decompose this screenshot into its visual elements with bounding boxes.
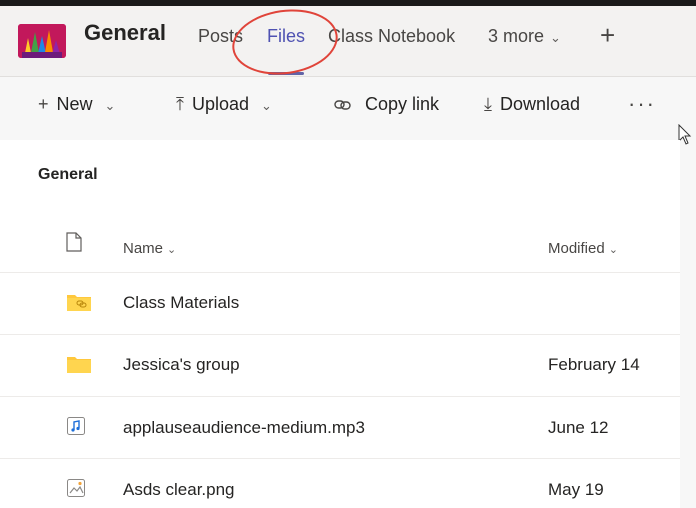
file-modified: February 14 bbox=[548, 355, 640, 374]
more-tabs-button[interactable]: 3 more ⌄ bbox=[488, 26, 561, 47]
row-divider bbox=[0, 272, 680, 273]
row-divider bbox=[0, 334, 680, 335]
file-name: Jessica's group bbox=[123, 355, 240, 374]
tab-class-notebook[interactable]: Class Notebook bbox=[328, 26, 455, 47]
new-button[interactable]: + New ⌄ bbox=[38, 94, 115, 115]
download-button[interactable]: ⤓ Download bbox=[484, 94, 580, 115]
mouse-cursor-icon bbox=[678, 124, 692, 145]
channel-title: General bbox=[84, 20, 166, 45]
audio-file-icon bbox=[67, 417, 85, 435]
chevron-down-icon: ⌄ bbox=[167, 244, 177, 256]
more-tabs-label: 3 more bbox=[488, 26, 545, 46]
active-tab-indicator bbox=[268, 72, 304, 75]
file-name: Class Materials bbox=[123, 293, 240, 312]
upload-label: Upload bbox=[191, 94, 250, 114]
row-divider bbox=[0, 396, 680, 397]
modified-column-header[interactable]: Modified ⌄ bbox=[548, 240, 618, 257]
name-column-header[interactable]: Name ⌄ bbox=[123, 240, 176, 257]
plus-icon: + bbox=[38, 94, 49, 114]
image-file-icon bbox=[67, 479, 85, 497]
files-toolbar: + New ⌄ ⤒ Upload ⌄ Copy link ⤓ Download ··· bbox=[0, 77, 696, 133]
pencils-icon bbox=[18, 24, 66, 58]
file-name: Asds clear.png bbox=[123, 480, 235, 499]
file-modified: May 19 bbox=[548, 480, 604, 499]
tab-files[interactable]: Files bbox=[267, 26, 305, 47]
more-options-button[interactable]: ··· bbox=[628, 91, 656, 117]
name-column-label: Name bbox=[123, 240, 164, 257]
modified-column-label: Modified bbox=[548, 240, 605, 257]
upload-button[interactable]: ⤒ Upload ⌄ bbox=[176, 94, 272, 115]
chevron-down-icon: ⌄ bbox=[261, 98, 272, 113]
copy-link-label: Copy link bbox=[365, 94, 440, 114]
chevron-down-icon: ⌄ bbox=[104, 98, 116, 113]
chevron-down-icon: ⌄ bbox=[608, 244, 618, 256]
folder-icon bbox=[67, 357, 91, 373]
file-type-column-icon bbox=[66, 232, 82, 252]
row-divider bbox=[0, 458, 680, 459]
team-logo bbox=[18, 24, 66, 58]
section-title: General bbox=[38, 166, 98, 183]
upload-icon: ⤒ bbox=[176, 94, 184, 114]
tab-posts[interactable]: Posts bbox=[198, 26, 243, 47]
file-modified: June 12 bbox=[548, 418, 609, 437]
new-label: New bbox=[56, 94, 93, 114]
download-label: Download bbox=[499, 94, 581, 114]
linked-folder-icon bbox=[67, 295, 91, 311]
link-icon bbox=[334, 94, 357, 114]
add-tab-button[interactable]: + bbox=[600, 20, 615, 51]
download-icon: ⤓ bbox=[484, 94, 492, 114]
chevron-down-icon: ⌄ bbox=[550, 30, 561, 45]
file-name: applauseaudience-medium.mp3 bbox=[123, 418, 365, 437]
files-content-panel bbox=[0, 140, 680, 508]
channel-header: General Posts Files Class Notebook 3 mor… bbox=[0, 2, 696, 82]
copy-link-button[interactable]: Copy link bbox=[334, 94, 439, 115]
